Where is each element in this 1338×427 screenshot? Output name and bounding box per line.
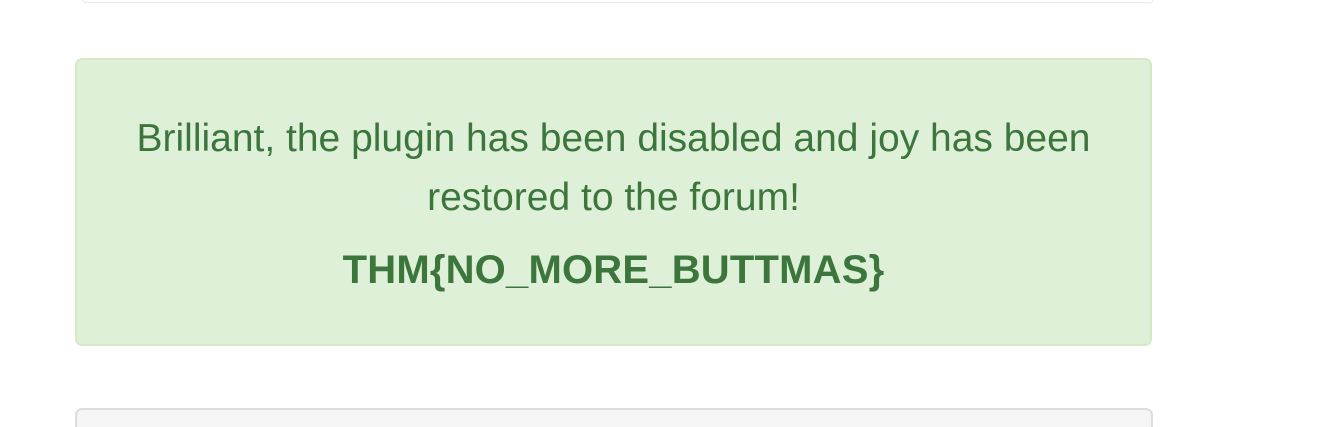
flag-text: THM{NO_MORE_BUTTMAS} — [342, 248, 885, 292]
page: Brilliant, the plugin has been disabled … — [0, 0, 1338, 427]
success-message: Brilliant, the plugin has been disabled … — [136, 117, 1091, 219]
next-panel — [75, 408, 1153, 427]
previous-panel-edge — [82, 0, 1154, 3]
success-alert: Brilliant, the plugin has been disabled … — [75, 58, 1152, 346]
